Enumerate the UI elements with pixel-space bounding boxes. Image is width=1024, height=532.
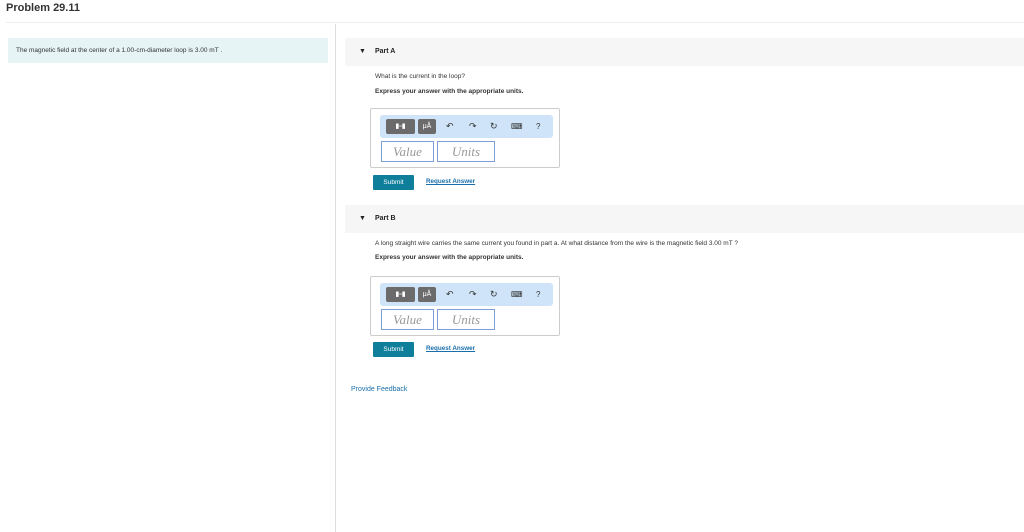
units-button[interactable]: μÅ [418, 119, 436, 134]
reset-icon[interactable]: ↻ [490, 287, 498, 302]
templates-icon[interactable]: ▮▫▮ [386, 287, 415, 302]
units-input[interactable]: Units [437, 309, 495, 330]
part-label: Part A [375, 48, 396, 55]
value-input[interactable]: Value [381, 141, 434, 162]
reset-icon[interactable]: ↻ [490, 119, 498, 134]
help-icon[interactable]: ? [536, 287, 540, 302]
keyboard-icon[interactable]: ⌨ [511, 119, 523, 134]
collapse-triangle-icon[interactable]: ▼ [359, 38, 366, 66]
undo-icon[interactable]: ↶ [446, 287, 454, 302]
problem-title: Problem 29.11 [6, 2, 80, 14]
units-button[interactable]: μÅ [418, 287, 436, 302]
problem-intro: The magnetic field at the center of a 1.… [8, 38, 328, 63]
redo-icon[interactable]: ↷ [469, 119, 477, 134]
answer-box: ▮▫▮ μÅ ↶ ↷ ↻ ⌨ ? Value Units [370, 276, 560, 336]
request-answer-link[interactable]: Request Answer [426, 345, 475, 352]
answer-box: ▮▫▮ μÅ ↶ ↷ ↻ ⌨ ? Value Units [370, 108, 560, 168]
part-b-header[interactable]: ▼ Part B [345, 205, 1024, 233]
undo-icon[interactable]: ↶ [446, 119, 454, 134]
provide-feedback-link[interactable]: Provide Feedback [351, 386, 407, 393]
collapse-triangle-icon[interactable]: ▼ [359, 205, 366, 233]
question-text: What is the current in the loop? [375, 73, 465, 80]
part-a-header[interactable]: ▼ Part A [345, 38, 1024, 66]
redo-icon[interactable]: ↷ [469, 287, 477, 302]
instructions: Express your answer with the appropriate… [375, 254, 524, 261]
templates-icon[interactable]: ▮▫▮ [386, 119, 415, 134]
submit-button[interactable]: Submit [373, 342, 414, 357]
math-toolbar: ▮▫▮ μÅ ↶ ↷ ↻ ⌨ ? [380, 115, 553, 138]
question-text: A long straight wire carries the same cu… [375, 240, 738, 247]
instructions: Express your answer with the appropriate… [375, 88, 524, 95]
divider [335, 24, 336, 532]
submit-button[interactable]: Submit [373, 175, 414, 190]
part-label: Part B [375, 215, 396, 222]
help-icon[interactable]: ? [536, 119, 540, 134]
divider [6, 22, 1024, 23]
request-answer-link[interactable]: Request Answer [426, 178, 475, 185]
math-toolbar: ▮▫▮ μÅ ↶ ↷ ↻ ⌨ ? [380, 283, 553, 306]
value-input[interactable]: Value [381, 309, 434, 330]
keyboard-icon[interactable]: ⌨ [511, 287, 523, 302]
units-input[interactable]: Units [437, 141, 495, 162]
